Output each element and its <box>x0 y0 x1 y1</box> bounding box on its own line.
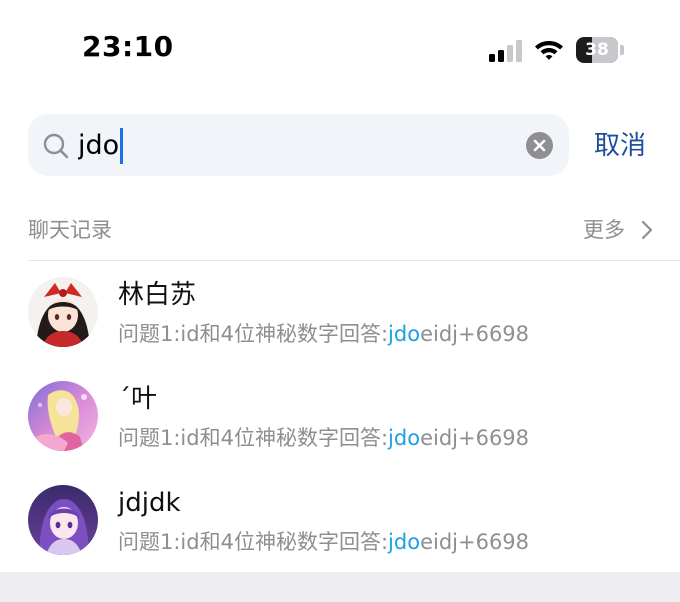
wifi-icon <box>535 41 563 60</box>
match-highlight: jdo <box>388 426 421 450</box>
list-item[interactable]: ´叶 问题1:id和4位神秘数字回答:jdoeidj+6698 <box>0 366 680 470</box>
text-cursor <box>120 128 123 164</box>
list-item[interactable]: 林白苏 问题1:id和4位神秘数字回答:jdoeidj+6698 <box>0 262 680 366</box>
snippet-prefix: 问题1:id和4位神秘数字回答: <box>118 426 389 450</box>
chevron-right-icon[interactable] <box>640 219 654 241</box>
contact-name: ´叶 <box>118 384 158 414</box>
snippet-suffix: eidj+6698 <box>420 530 530 554</box>
cellular-signal-icon <box>489 40 523 62</box>
cancel-button[interactable]: 取消 <box>594 130 646 162</box>
more-button[interactable]: 更多 <box>583 216 625 244</box>
snippet-suffix: eidj+6698 <box>420 426 530 450</box>
snippet-prefix: 问题1:id和4位神秘数字回答: <box>118 530 389 554</box>
avatar <box>28 381 98 451</box>
contact-name: jdjdk <box>118 488 181 518</box>
search-icon <box>43 133 69 159</box>
bottom-separator <box>0 572 680 602</box>
divider <box>28 260 680 261</box>
status-time: 23:10 <box>82 30 174 63</box>
message-snippet: 问题1:id和4位神秘数字回答:jdoeidj+6698 <box>118 320 529 348</box>
battery-cap <box>620 45 624 55</box>
search-screen: 23:10 38 取消 聊天记录 更多 <box>0 0 680 602</box>
battery-icon: 38 <box>576 37 618 63</box>
message-snippet: 问题1:id和4位神秘数字回答:jdoeidj+6698 <box>118 528 529 556</box>
match-highlight: jdo <box>388 322 421 346</box>
search-input[interactable] <box>78 124 498 166</box>
list-item[interactable]: jdjdk 问题1:id和4位神秘数字回答:jdoeidj+6698 <box>0 470 680 574</box>
contact-name: 林白苏 <box>118 280 197 310</box>
message-snippet: 问题1:id和4位神秘数字回答:jdoeidj+6698 <box>118 424 529 452</box>
clear-icon[interactable] <box>526 132 553 159</box>
snippet-suffix: eidj+6698 <box>420 322 530 346</box>
match-highlight: jdo <box>388 530 421 554</box>
avatar <box>28 485 98 555</box>
avatar <box>28 277 98 347</box>
search-bar[interactable] <box>28 114 569 176</box>
snippet-prefix: 问题1:id和4位神秘数字回答: <box>118 322 389 346</box>
section-title: 聊天记录 <box>28 218 112 242</box>
battery-percent: 38 <box>585 40 609 60</box>
